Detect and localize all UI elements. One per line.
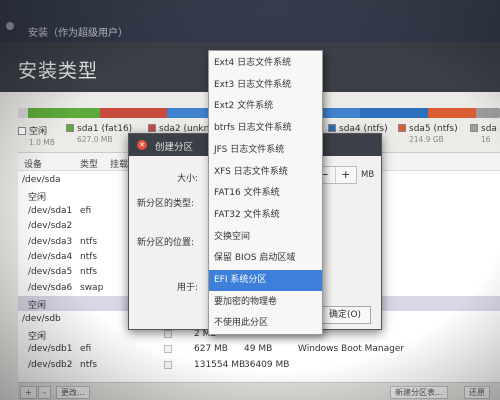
- menu-item-filesystem[interactable]: 要加密的物理卷: [209, 292, 322, 313]
- change-partition-button[interactable]: 更改...: [56, 386, 90, 399]
- legend-size: 214.9 GB: [409, 135, 444, 144]
- row-device: /dev/sda3: [28, 236, 73, 247]
- legend-size: 16: [481, 135, 491, 144]
- ok-button[interactable]: 确定(O): [319, 306, 371, 324]
- format-checkbox[interactable]: [164, 360, 172, 369]
- row-device: /dev/sdb: [22, 313, 61, 324]
- use-as-label: 用于:: [177, 283, 199, 293]
- partition-bar-segment: [360, 108, 428, 118]
- menu-item-filesystem[interactable]: 不使用此分区: [209, 313, 322, 334]
- row-used: 49 MB: [244, 344, 273, 355]
- menu-item-filesystem[interactable]: XFS 日志文件系统: [209, 162, 322, 183]
- row-device: /dev/sda4: [28, 252, 73, 262]
- screen: 安装（作为超级用户） 安装类型 空闲 1.0 MB sda1 (fat16) 627.…: [0, 0, 500, 400]
- format-checkbox[interactable]: [164, 330, 172, 338]
- row-device: /dev/sda: [22, 175, 61, 185]
- partition-bar-segment: [99, 108, 168, 118]
- menu-item-filesystem[interactable]: JFS 日志文件系统: [209, 140, 322, 161]
- partition-bar-segment: [18, 108, 28, 118]
- row-used: 36409 MB: [244, 359, 290, 370]
- dialog-title: 创建分区: [155, 142, 194, 153]
- window-titlebar: 安装（作为超级用户）: [0, 0, 500, 42]
- remove-partition-button[interactable]: -: [38, 386, 51, 399]
- use-as-dropdown-menu: Ext4 日志文件系统 Ext3 日志文件系统 Ext2 文件系统 btrfs 日志文…: [208, 50, 323, 335]
- row-device: /dev/sda2: [28, 221, 73, 232]
- menu-item-filesystem[interactable]: Ext3 日志文件系统: [209, 75, 322, 96]
- legend-swatch: [470, 124, 478, 132]
- menu-item-filesystem[interactable]: Ext4 日志文件系统: [209, 53, 322, 74]
- header-device[interactable]: 设备: [24, 157, 42, 170]
- partition-bar-segment: [27, 108, 100, 118]
- legend-item: sda5 (ntfs) 214.9 GB: [398, 124, 458, 144]
- legend-label: sda: [481, 124, 497, 134]
- legend-label: sda1 (fat16): [77, 124, 133, 134]
- row-device: 空闲: [28, 193, 47, 204]
- row-device: /dev/sdb1: [28, 344, 73, 355]
- row-type: ntfs: [80, 267, 98, 278]
- window-title: 安装（作为超级用户）: [28, 28, 128, 39]
- legend-item: sda 16: [470, 124, 497, 144]
- row-system: Windows Boot Manager: [298, 344, 405, 355]
- row-type: efi: [80, 344, 92, 355]
- row-type: ntfs: [80, 359, 98, 370]
- menu-item-filesystem[interactable]: Ext2 文件系统: [209, 96, 322, 117]
- dialog-close-icon[interactable]: ✕: [137, 140, 147, 150]
- size-increment-button[interactable]: +: [334, 167, 357, 183]
- row-device: /dev/sda6: [28, 282, 73, 293]
- legend-swatch: [66, 124, 74, 132]
- row-device: 空闲: [28, 301, 47, 312]
- table-row[interactable]: /dev/sdb2 ntfs 131554 MB 36409 MB: [18, 358, 500, 373]
- menu-item-filesystem[interactable]: FAT32 文件系统: [209, 205, 322, 226]
- row-device: /dev/sdb2: [28, 359, 73, 370]
- partition-type-label: 新分区的类型:: [137, 199, 195, 209]
- row-device: 空闲: [28, 332, 47, 342]
- legend-item: 空闲 1.0 MB: [18, 124, 55, 147]
- legend-size: 1.0 MB: [29, 138, 55, 147]
- legend-swatch: [148, 124, 156, 132]
- legend-swatch: [18, 127, 26, 135]
- size-unit: MB: [361, 170, 375, 180]
- size-label: 大小:: [177, 174, 199, 184]
- legend-size: 627.0 MB: [77, 135, 113, 144]
- new-partition-table-button[interactable]: 新建分区表...: [390, 386, 448, 399]
- table-toolbar: + - 更改... 新建分区表... 还原: [18, 382, 500, 400]
- format-checkbox[interactable]: [164, 345, 172, 354]
- row-size: 627 MB: [194, 344, 228, 355]
- row-device: /dev/sda5: [28, 267, 73, 278]
- partition-bar-segment: [475, 108, 500, 118]
- header-mount[interactable]: 挂载: [110, 157, 128, 170]
- menu-item-filesystem[interactable]: btrfs 日志文件系统: [209, 118, 322, 139]
- row-type: swap: [80, 282, 104, 293]
- legend-label: 空闲: [29, 127, 48, 137]
- table-row[interactable]: /dev/sdb1 efi 627 MB 49 MB Windows Boot Mana…: [18, 342, 500, 357]
- add-partition-button[interactable]: +: [20, 386, 37, 399]
- page-title: 安装类型: [18, 60, 99, 82]
- row-device: /dev/sda1: [28, 205, 73, 216]
- menu-item-filesystem[interactable]: 保留 BIOS 启动区域: [209, 248, 322, 269]
- restore-button[interactable]: 还原: [464, 386, 490, 399]
- row-type: ntfs: [80, 236, 98, 247]
- row-size: 131554 MB: [194, 359, 246, 370]
- legend-label: sda5 (ntfs): [409, 124, 458, 134]
- header-type[interactable]: 类型: [80, 157, 98, 170]
- legend-item: sda1 (fat16) 627.0 MB: [66, 124, 132, 144]
- row-type: ntfs: [80, 252, 98, 262]
- partition-location-label: 新分区的位置:: [137, 238, 195, 248]
- row-type: efi: [80, 205, 92, 216]
- window-close-icon[interactable]: [6, 22, 14, 30]
- partition-bar-segment: [427, 108, 476, 118]
- legend-swatch: [328, 124, 336, 132]
- legend-swatch: [398, 124, 406, 132]
- menu-item-filesystem[interactable]: 交换空间: [209, 227, 322, 248]
- menu-item-filesystem[interactable]: FAT16 文件系统: [209, 183, 322, 204]
